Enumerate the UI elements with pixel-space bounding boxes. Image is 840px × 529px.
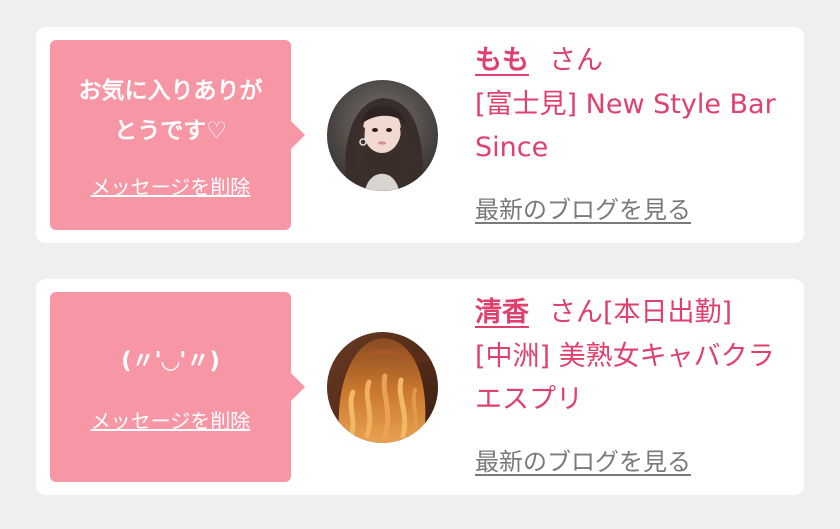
work-status: [本日出勤]	[603, 297, 733, 328]
latest-blog-link[interactable]: 最新のブログを見る	[475, 190, 691, 225]
shop-name: [富士見] New Style Bar Since	[475, 89, 776, 163]
delete-message-link[interactable]: メッセージを削除	[91, 405, 251, 434]
message-bubble: (〃'◡'〃) メッセージを削除	[50, 292, 305, 482]
thank-you-message: (〃'◡'〃)	[121, 347, 220, 374]
honorific: さん	[549, 45, 603, 76]
delete-message-link[interactable]: メッセージを削除	[91, 171, 251, 200]
favorite-card: (〃'◡'〃) メッセージを削除 清香 さん[本日出勤] [中洲] 美熟女キャバ…	[36, 279, 804, 495]
cast-info: 清香 さん[本日出勤] [中洲] 美熟女キャバクラ エスプリ	[475, 293, 780, 421]
name-line: もも さん	[475, 41, 780, 81]
avatar[interactable]	[327, 80, 438, 191]
thank-you-message: お気に入りありがとうです♡	[78, 77, 263, 144]
cast-info: もも さん [富士見] New Style Bar Since	[475, 41, 780, 169]
shop-name: [中洲] 美熟女キャバクラ エスプリ	[475, 341, 775, 415]
cast-name-link[interactable]: もも	[475, 45, 529, 76]
name-line: 清香 さん[本日出勤]	[475, 293, 780, 333]
profile-photo-icon	[327, 80, 438, 191]
latest-blog-link[interactable]: 最新のブログを見る	[475, 442, 691, 477]
avatar[interactable]	[327, 332, 438, 443]
cast-name-link[interactable]: 清香	[475, 297, 529, 328]
message-bubble: お気に入りありがとうです♡ メッセージを削除	[50, 40, 305, 230]
honorific: さん	[549, 297, 603, 328]
favorite-card: お気に入りありがとうです♡ メッセージを削除 もも さん [富士見] New S…	[36, 27, 804, 243]
profile-photo-icon	[327, 332, 438, 443]
